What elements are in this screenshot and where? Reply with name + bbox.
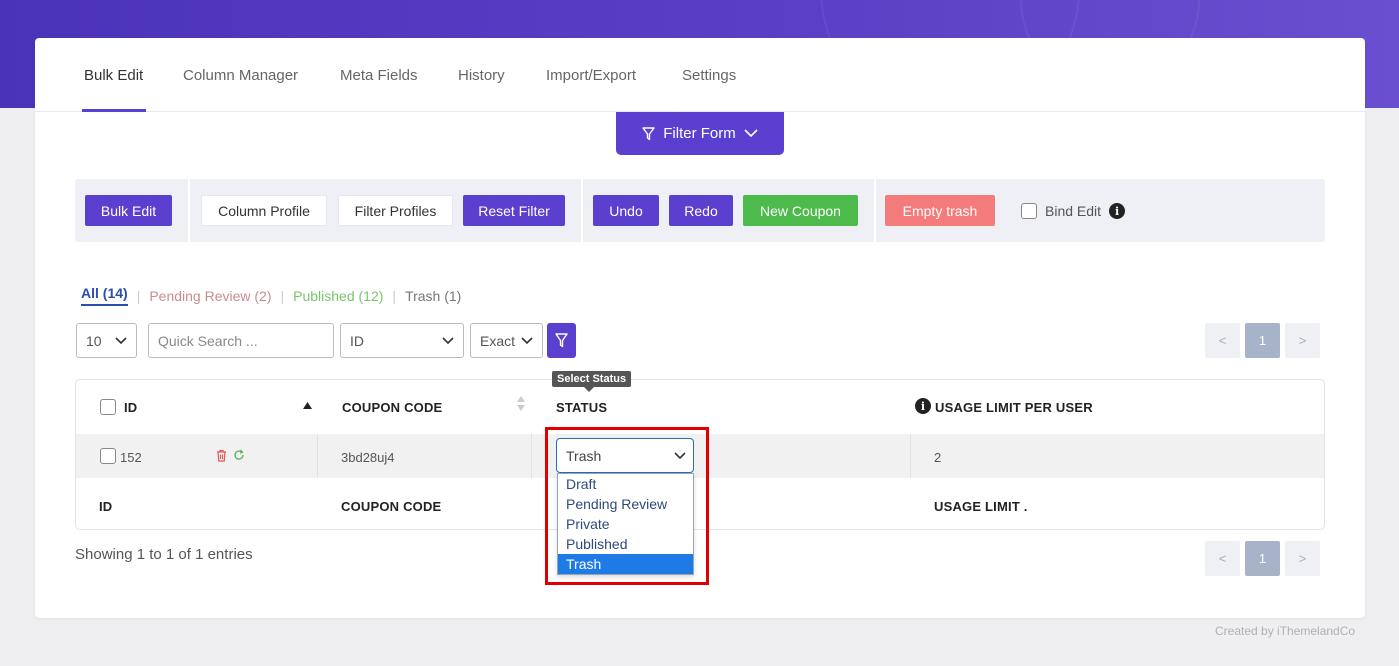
tab-meta-fields[interactable]: Meta Fields: [340, 67, 418, 84]
per-page-select[interactable]: 10: [76, 323, 137, 358]
per-page-value: 10: [86, 332, 102, 349]
info-icon[interactable]: i: [915, 398, 931, 414]
header-coupon-code[interactable]: COUPON CODE: [342, 400, 442, 415]
status-tooltip: Select Status: [552, 371, 632, 392]
cell-divider: [531, 434, 532, 478]
chevron-down-icon: [442, 337, 454, 345]
tab-bar: Bulk Edit Column Manager Meta Fields His…: [35, 38, 1365, 112]
footer-credit: Created by iThemelandCo: [1215, 624, 1356, 638]
footer-id: ID: [99, 499, 113, 514]
match-type-value: Exact: [480, 332, 516, 349]
cell-usage-limit: 2: [934, 450, 942, 465]
row-checkbox[interactable]: [100, 448, 116, 464]
funnel-icon: [555, 333, 568, 348]
trash-icon[interactable]: [216, 449, 227, 462]
status-link-pending[interactable]: Pending Review (2): [149, 288, 271, 304]
tab-settings[interactable]: Settings: [682, 67, 736, 84]
link-separator: |: [136, 287, 141, 304]
page-1-button[interactable]: 1: [1245, 323, 1280, 358]
pagination-bottom: < 1 >: [1205, 541, 1320, 576]
funnel-icon: [642, 126, 655, 140]
quick-search-input[interactable]: Quick Search ...: [148, 323, 334, 358]
footer-coupon-code: COUPON CODE: [341, 499, 442, 514]
chevron-down-icon: [521, 337, 533, 345]
cell-divider: [317, 434, 318, 478]
pagination-top: < 1 >: [1205, 323, 1320, 358]
status-link-all[interactable]: All (14): [81, 285, 128, 306]
tab-import-export[interactable]: Import/Export: [546, 67, 636, 84]
select-all-checkbox[interactable]: [100, 399, 116, 415]
link-separator: |: [392, 287, 397, 304]
status-filter-links: All (14) | Pending Review (2) | Publishe…: [81, 285, 461, 306]
undo-button[interactable]: Undo: [593, 195, 659, 226]
prev-page-button[interactable]: <: [1205, 323, 1240, 358]
chevron-down-icon: [115, 337, 127, 345]
apply-filter-button[interactable]: [547, 323, 576, 358]
info-icon[interactable]: i: [1109, 203, 1126, 219]
new-coupon-button[interactable]: New Coupon: [743, 195, 858, 226]
search-field-select[interactable]: ID: [340, 323, 464, 358]
tab-history[interactable]: History: [458, 67, 505, 84]
reset-filter-button[interactable]: Reset Filter: [463, 195, 565, 226]
header-status[interactable]: STATUS: [556, 400, 607, 415]
tab-column-manager[interactable]: Column Manager: [183, 67, 298, 84]
page-1-button[interactable]: 1: [1245, 541, 1280, 576]
tab-bulk-edit[interactable]: Bulk Edit: [84, 67, 143, 84]
bind-edit-label: Bind Edit: [1045, 203, 1102, 219]
link-separator: |: [280, 287, 285, 304]
filter-profiles-button[interactable]: Filter Profiles: [338, 195, 453, 226]
active-tab-indicator: [82, 109, 146, 112]
sort-both-icon[interactable]: [517, 396, 525, 411]
bind-edit-toggle[interactable]: Bind Edit i: [1021, 203, 1126, 219]
search-field-value: ID: [350, 332, 364, 349]
redo-button[interactable]: Redo: [669, 195, 733, 226]
highlight-box: [545, 427, 709, 585]
chevron-down-icon: [744, 129, 758, 138]
filter-form-label: Filter Form: [663, 125, 736, 142]
empty-trash-button[interactable]: Empty trash: [885, 195, 995, 226]
header-usage-limit[interactable]: USAGE LIMIT PER USER: [935, 400, 1093, 415]
next-page-button[interactable]: >: [1285, 323, 1320, 358]
filter-form-button[interactable]: Filter Form: [616, 112, 784, 155]
status-link-published[interactable]: Published (12): [293, 288, 383, 304]
status-link-trash[interactable]: Trash (1): [405, 288, 461, 304]
prev-page-button[interactable]: <: [1205, 541, 1240, 576]
cell-divider: [910, 434, 911, 478]
entries-summary: Showing 1 to 1 of 1 entries: [75, 546, 253, 563]
toolbar-divider: [188, 179, 190, 242]
column-profile-button[interactable]: Column Profile: [201, 195, 327, 226]
next-page-button[interactable]: >: [1285, 541, 1320, 576]
sort-asc-icon[interactable]: [303, 402, 312, 409]
quick-search-placeholder: Quick Search ...: [158, 332, 258, 349]
bind-edit-checkbox[interactable]: [1021, 203, 1037, 219]
restore-icon[interactable]: [233, 449, 245, 461]
cell-coupon-code: 3bd28uj4: [341, 450, 395, 465]
toolbar: Bulk Edit Column Profile Filter Profiles…: [75, 179, 1325, 242]
toolbar-divider: [874, 179, 876, 242]
bulk-edit-button[interactable]: Bulk Edit: [85, 195, 172, 226]
toolbar-divider: [581, 179, 583, 242]
header-id[interactable]: ID: [124, 400, 137, 415]
cell-id: 152: [120, 450, 142, 465]
match-type-select[interactable]: Exact: [470, 323, 543, 358]
footer-usage-limit: USAGE LIMIT .: [934, 499, 1028, 514]
